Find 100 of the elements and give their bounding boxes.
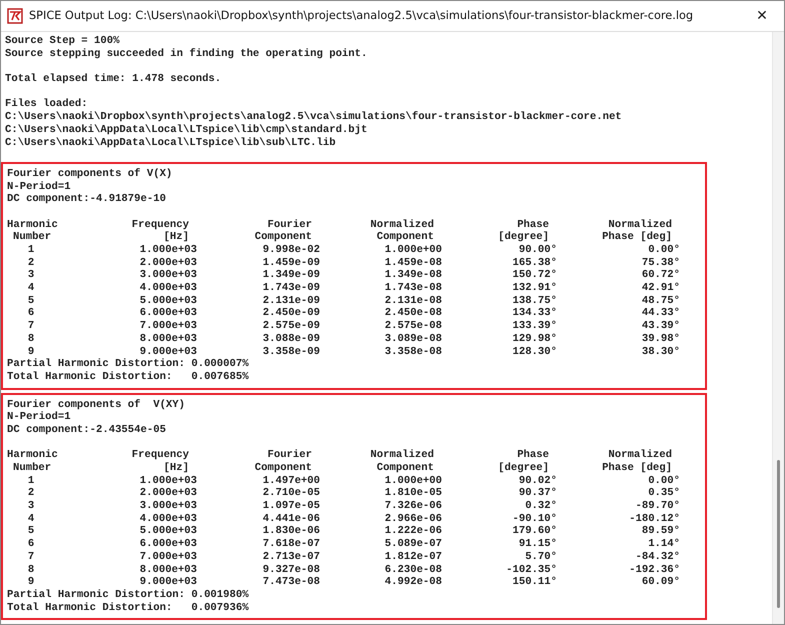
table-cell-text: 128.30° (511, 346, 557, 358)
table-cell-text: 132.91° (511, 282, 557, 295)
table-cell-text: 1 (26, 474, 36, 488)
table-cell-text: 43.39° (640, 320, 680, 333)
log-line: Total elapsed time: 1.478 seconds. (5, 73, 222, 86)
table-cell-text: 7 (26, 550, 36, 564)
table-cell-text: 129.98° (511, 332, 557, 346)
log-line: N-Period=1 (7, 411, 72, 424)
table-cell-text: 9 (26, 576, 36, 589)
table-cell-text: 2.450e-09 (262, 307, 320, 320)
table-cell-text: -84.32° (634, 550, 680, 564)
table-cell-text: 2.131e-08 (384, 294, 442, 308)
column-header: Normalized (369, 449, 435, 462)
table-cell-text: 1.497e+00 (262, 474, 320, 488)
table-cell-text: 90.02° (518, 474, 557, 488)
table-cell-text: 3.000e+03 (138, 500, 197, 513)
table-cell-text: 1.349e-09 (262, 269, 320, 282)
column-header: Component (254, 462, 313, 475)
table-cell-text: 4.000e+03 (138, 512, 197, 526)
table-cell-text: 2.713e-07 (262, 550, 320, 564)
log-line: C:\Users\naoki\Dropbox\synth\projects\analog2.5\vca\simulations\four-transistor-blackmer-core.net (5, 111, 623, 124)
app-icon (7, 8, 23, 24)
table-cell-text: 1.812e-07 (384, 550, 442, 564)
close-button[interactable]: ✕ (740, 1, 784, 31)
log-line: Source Step = 100% (5, 35, 120, 48)
table-cell-text: 1.000e+03 (138, 474, 197, 488)
table-cell-text: 179.60° (511, 525, 557, 538)
table-cell-text: 3.000e+03 (138, 269, 197, 282)
column-header: Harmonic (7, 449, 59, 462)
column-header: Component (254, 231, 313, 244)
table-cell-text: -192.36° (628, 564, 680, 576)
table-cell-text: 2.710e-05 (262, 487, 320, 500)
table-cell-text: 9.998e-02 (262, 244, 320, 257)
column-header: Fourier (266, 218, 313, 232)
table-cell-text: 3 (26, 269, 36, 282)
table-cell-text: 75.38° (640, 256, 680, 270)
table-cell-text: 6 (26, 538, 36, 551)
log-line: N-Period=1 (7, 180, 72, 194)
table-cell-text: 1 (26, 244, 36, 257)
table-cell-text: 1.000e+03 (138, 244, 197, 257)
table-cell-text: 60.09° (640, 576, 680, 589)
table-cell-text: 2.966e-06 (384, 512, 442, 526)
table-cell-text: 0.35° (647, 487, 680, 500)
table-cell-text: 4.992e-08 (384, 576, 442, 589)
table-cell-text: 165.38° (511, 256, 557, 270)
log-line: Partial Harmonic Distortion: 0.001980% (7, 588, 250, 602)
table-cell-text: 2.000e+03 (138, 256, 197, 270)
table-cell-text: 0.00° (647, 474, 680, 488)
table-cell-text: 1.222e-06 (384, 525, 442, 538)
column-header: Phase [deg] (601, 231, 673, 244)
table-cell-text: 1.349e-08 (384, 269, 442, 282)
table-cell-text: 1.830e-06 (262, 525, 320, 538)
log-line: DC component:-4.91879e-10 (7, 193, 167, 206)
scrollbar[interactable] (772, 32, 784, 624)
table-cell-text: 7 (26, 320, 36, 333)
column-header: Number (12, 231, 52, 244)
table-cell-text: 5 (26, 294, 36, 308)
table-cell-text: 4 (26, 282, 36, 295)
table-cell-text: 5.70° (524, 550, 557, 564)
section-title: Fourier components of V(X) (7, 168, 174, 181)
section-title: Fourier components of V(XY) (7, 398, 186, 411)
table-cell-text: 42.91° (640, 282, 680, 295)
column-header: Fourier (266, 449, 313, 462)
table-cell-text: -90.10° (511, 512, 557, 526)
table-cell-text: 5.089e-07 (384, 538, 442, 551)
table-cell-text: 4.441e-06 (262, 512, 320, 526)
table-cell-text: -89.70° (634, 500, 680, 513)
table-cell-text: 1.000e+00 (384, 474, 442, 488)
table-cell-text: 7.000e+03 (138, 550, 197, 564)
window-title: SPICE Output Log: C:\Users\naoki\Dropbox\synth\projects\analog2.5\vca\simulations\four-transistor-blackmer-core.log (29, 8, 694, 24)
table-cell-text: 9.000e+03 (138, 346, 197, 358)
table-cell-text: 5 (26, 525, 36, 538)
table-cell-text: 2.575e-09 (262, 320, 320, 333)
table-cell-text: 5.000e+03 (138, 294, 197, 308)
table-cell-text: 6 (26, 307, 36, 320)
table-cell-text: 150.11° (511, 576, 557, 589)
table-cell-text: 91.15° (518, 538, 557, 551)
column-header: [Hz] (162, 462, 190, 475)
table-cell-text: 44.33° (640, 307, 680, 320)
table-cell-text: 138.75° (511, 294, 557, 308)
column-header: Component (376, 231, 435, 244)
column-header: Phase [deg] (601, 462, 673, 475)
table-cell-text: 4 (26, 512, 36, 526)
table-cell-text: 7.618e-07 (262, 538, 320, 551)
column-header: [degree] (497, 462, 550, 475)
log-line: Partial Harmonic Distortion: 0.000007% (7, 358, 250, 371)
table-cell-text: 1.000e+00 (384, 244, 442, 257)
table-cell-text: 7.326e-06 (384, 500, 442, 513)
log-line: Source stepping succeeded in finding the operating point. (5, 48, 368, 60)
log-line: DC component:-2.43554e-05 (7, 424, 167, 437)
column-header: [degree] (497, 231, 550, 244)
table-cell-text: 38.30° (640, 346, 680, 358)
log-line: C:\Users\naoki\AppData\Local\LTspice\lib\sub\LTC.lib (5, 136, 337, 150)
table-cell-text: 3.358e-08 (384, 346, 442, 358)
column-header: Normalized (607, 449, 673, 462)
scrollbar-thumb[interactable] (777, 460, 780, 608)
column-header: Frequency (130, 449, 190, 462)
table-cell-text: 3.088e-09 (262, 332, 320, 346)
table-cell-text: 1.14° (647, 538, 680, 551)
table-cell-text: 6.000e+03 (138, 307, 197, 320)
